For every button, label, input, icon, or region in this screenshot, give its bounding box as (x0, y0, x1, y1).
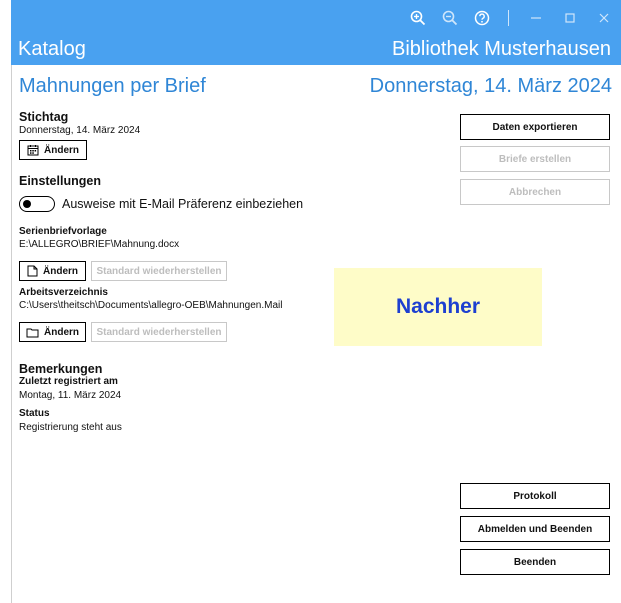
create-letters-button[interactable]: Briefe erstellen (460, 146, 610, 172)
exit-button[interactable]: Beenden (460, 549, 610, 575)
calendar-icon (27, 144, 39, 156)
app-title: Katalog (18, 38, 86, 60)
close-icon[interactable] (587, 6, 621, 30)
status-value: Registrierung steht aus (19, 422, 122, 433)
window-titlebar (11, 0, 621, 35)
arbeitsverzeichnis-reset-button[interactable]: Standard wiederherstellen (91, 322, 227, 342)
registered-label: Zuletzt registriert am (19, 376, 118, 387)
stichtag-change-label: Ändern (44, 144, 79, 156)
serienbrief-reset-label: Standard wiederherstellen (96, 265, 222, 277)
nachher-text: Nachher (395, 295, 481, 318)
titlebar-separator (508, 9, 509, 26)
arbeitsverzeichnis-change-label: Ändern (44, 326, 79, 338)
stichtag-value: Donnerstag, 14. März 2024 (19, 125, 141, 136)
cancel-button[interactable]: Abbrechen (460, 179, 610, 205)
page-date: Donnerstag, 14. März 2024 (369, 75, 612, 97)
bemerkungen-heading: Bemerkungen (19, 362, 103, 376)
zoom-out-icon[interactable] (438, 6, 462, 30)
logout-exit-button[interactable]: Abmelden und Beenden (460, 516, 610, 542)
registered-value: Montag, 11. März 2024 (19, 390, 122, 401)
serienbrief-change-button[interactable]: Ändern (19, 261, 86, 281)
arbeitsverzeichnis-reset-label: Standard wiederherstellen (96, 326, 222, 338)
titlebar-controls (406, 0, 621, 35)
minimize-icon[interactable] (519, 6, 553, 30)
export-data-button[interactable]: Daten exportieren (460, 114, 610, 140)
library-name: Bibliothek Musterhausen (391, 38, 611, 60)
arbeitsverzeichnis-change-button[interactable]: Ändern (19, 322, 86, 342)
arbeitsverzeichnis-path: C:\Users\theitsch\Documents\allegro-OEB\… (19, 300, 283, 311)
serienbrief-label: Serienbriefvorlage (19, 226, 107, 237)
main-content: Mahnungen per Brief Donnerstag, 14. März… (11, 65, 621, 603)
protocol-button[interactable]: Protokoll (460, 483, 610, 509)
serienbrief-reset-button[interactable]: Standard wiederherstellen (91, 261, 227, 281)
help-icon[interactable] (470, 6, 494, 30)
zoom-in-icon[interactable] (406, 6, 430, 30)
einstellungen-heading: Einstellungen (19, 174, 101, 188)
maximize-icon[interactable] (553, 6, 587, 30)
toggle-knob (23, 199, 31, 208)
serienbrief-change-label: Ändern (43, 265, 78, 277)
arbeitsverzeichnis-label: Arbeitsverzeichnis (19, 287, 108, 298)
app-header: Katalog Bibliothek Musterhausen (11, 35, 621, 65)
status-label: Status (19, 408, 50, 419)
folder-icon (26, 327, 39, 338)
stichtag-change-button[interactable]: Ändern (19, 140, 87, 160)
stichtag-heading: Stichtag (19, 110, 69, 124)
document-icon (27, 265, 38, 277)
serienbrief-path: E:\ALLEGRO\BRIEF\Mahnung.docx (19, 239, 180, 250)
email-preference-toggle[interactable] (19, 196, 55, 212)
nachher-overlay: Nachher (334, 268, 542, 346)
page-title: Mahnungen per Brief (19, 75, 206, 97)
email-preference-label: Ausweise mit E-Mail Präferenz einbeziehe… (62, 197, 304, 211)
